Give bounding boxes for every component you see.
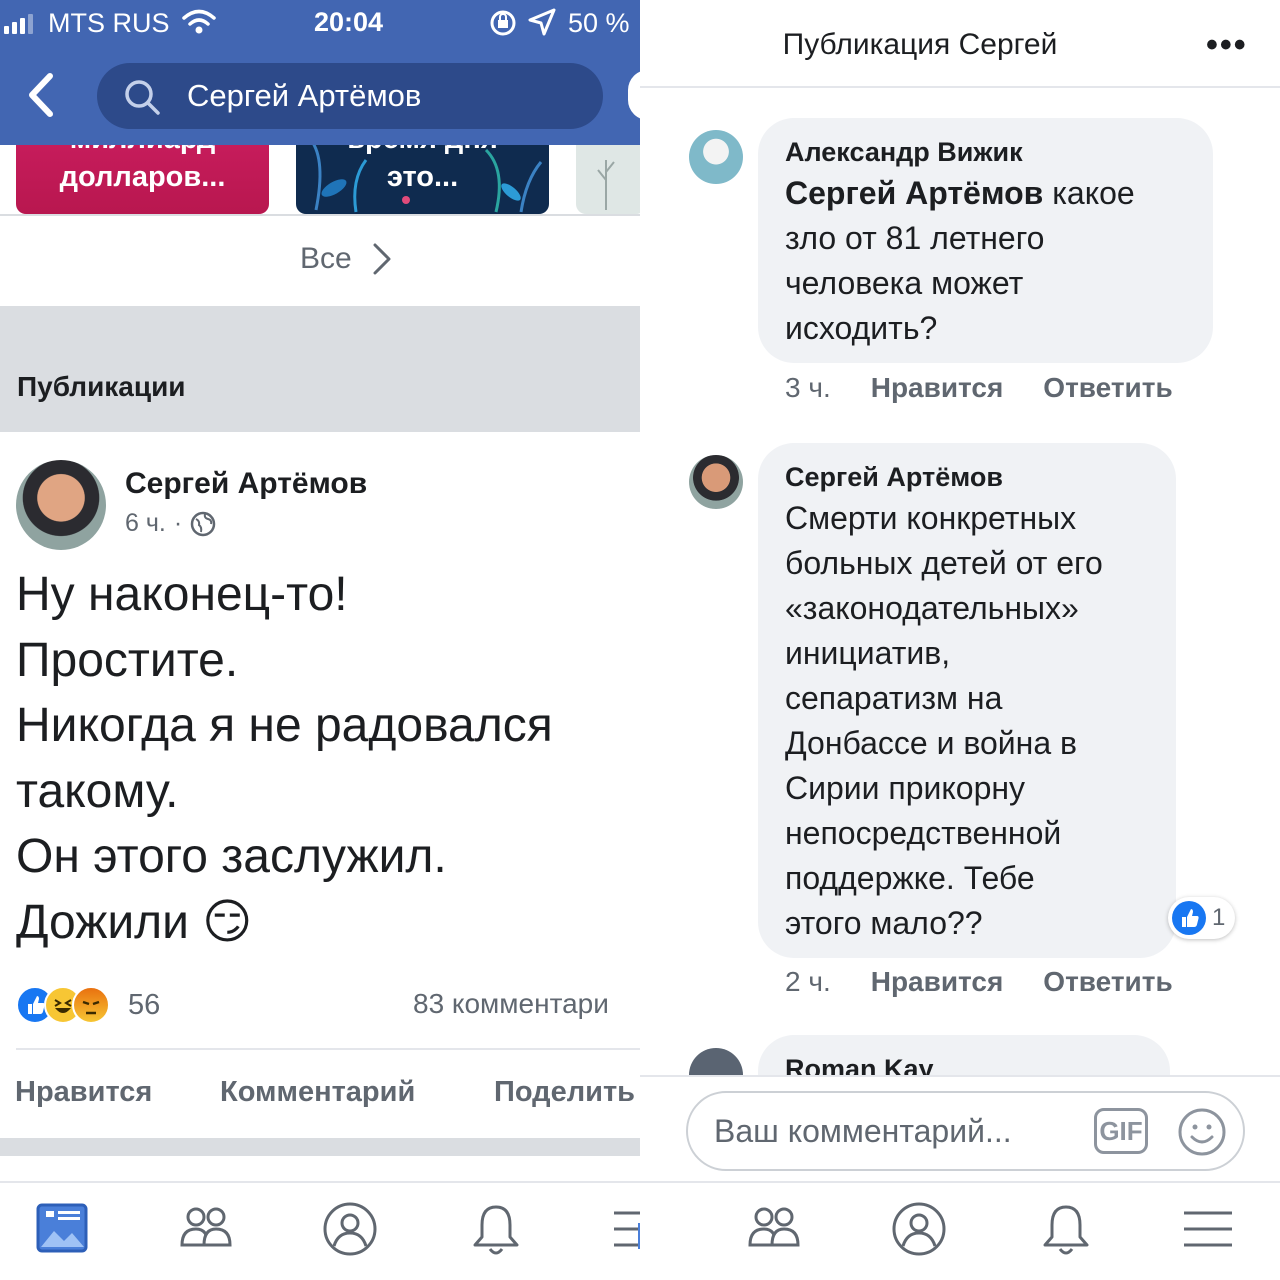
rotation-lock-icon bbox=[490, 10, 516, 36]
post-text: Ну наконец-то! Простите. Никогда я не ра… bbox=[16, 568, 553, 949]
comment-like-button[interactable]: Нравится bbox=[871, 372, 1004, 404]
comment-reply-button[interactable]: Ответить bbox=[1043, 966, 1172, 998]
comment-input[interactable]: Ваш комментарий... GIF bbox=[686, 1091, 1245, 1171]
chevron-right-icon bbox=[373, 243, 391, 275]
bottom-tab-bar bbox=[640, 1181, 1280, 1280]
feed-separator bbox=[0, 1138, 640, 1156]
bottom-tab-bar bbox=[0, 1181, 640, 1280]
emoji-smile-icon[interactable] bbox=[1177, 1107, 1227, 1157]
clock: 20:04 bbox=[314, 7, 384, 37]
search-icon bbox=[125, 80, 160, 115]
comments-count-link[interactable]: 83 комментари bbox=[413, 988, 609, 1020]
comment-reaction-count: 1 bbox=[1212, 904, 1226, 931]
gif-button[interactable]: GIF bbox=[1094, 1108, 1148, 1154]
top-bar: MTS RUS 20:04 50 % Сергей Артёмов bbox=[0, 0, 640, 145]
profile-icon[interactable] bbox=[322, 1201, 378, 1257]
comment-time[interactable]: 2 ч. bbox=[785, 966, 831, 998]
commenter-avatar[interactable] bbox=[689, 130, 743, 184]
comment-reply-button[interactable]: Ответить bbox=[1043, 372, 1172, 404]
location-arrow-icon bbox=[528, 8, 556, 36]
menu-icon[interactable] bbox=[1182, 1201, 1234, 1257]
friends-icon[interactable] bbox=[746, 1201, 802, 1257]
see-all-label: Все bbox=[300, 242, 352, 275]
comment-text: Смерти конкретных больных детей от его «… bbox=[785, 500, 1103, 941]
section-header bbox=[0, 306, 640, 432]
share-button[interactable]: Поделить bbox=[494, 1076, 635, 1109]
angry-reaction-icon bbox=[72, 986, 110, 1024]
comment-button[interactable]: Комментарий bbox=[220, 1076, 415, 1109]
tile-1-line2: долларов... bbox=[59, 161, 226, 193]
comment-text: Сергей Артёмов какое зло от 81 летнего ч… bbox=[785, 171, 1187, 351]
battery-label: 50 % bbox=[568, 8, 630, 38]
signal-icon bbox=[4, 12, 33, 34]
carrier-label: MTS RUS bbox=[48, 8, 170, 38]
messenger-button[interactable] bbox=[628, 70, 640, 120]
post-comments-panel: Публикация Сергей ••• Александр Вижик Се… bbox=[640, 0, 1280, 1280]
comment-actions: 3 ч. Нравится Ответить bbox=[785, 372, 1173, 404]
reactions-count: 56 bbox=[128, 988, 161, 1021]
post-author-avatar[interactable] bbox=[16, 460, 106, 550]
post-time[interactable]: 6 ч. bbox=[125, 509, 166, 538]
like-reaction-icon bbox=[1172, 901, 1206, 935]
meta-separator: · bbox=[173, 509, 183, 537]
status-bar: MTS RUS 20:04 50 % bbox=[0, 0, 640, 46]
back-arrow-icon[interactable] bbox=[24, 72, 58, 118]
news-feed-icon[interactable] bbox=[36, 1201, 88, 1257]
comment-bubble: Александр Вижик Сергей Артёмов какое зло… bbox=[758, 118, 1213, 363]
post-header-title: Публикация Сергей bbox=[782, 28, 1058, 61]
comment-bubble: Сергей Артёмов Смерти конкретных больных… bbox=[758, 443, 1176, 958]
tile-2-line2: это... bbox=[386, 161, 459, 193]
like-button[interactable]: Нравится bbox=[15, 1076, 152, 1109]
post-header: Публикация Сергей ••• bbox=[640, 0, 1280, 88]
see-all-link[interactable]: Все bbox=[300, 242, 392, 276]
friends-icon[interactable] bbox=[178, 1201, 234, 1257]
search-query: Сергей Артёмов bbox=[187, 78, 422, 113]
section-title: Публикации bbox=[17, 371, 186, 402]
wifi-icon bbox=[182, 9, 216, 34]
post-meta: 6 ч. · bbox=[125, 509, 216, 538]
more-options-icon[interactable]: ••• bbox=[1206, 26, 1248, 65]
comment-time[interactable]: 3 ч. bbox=[785, 372, 831, 404]
profile-icon[interactable] bbox=[891, 1201, 947, 1257]
search-results-panel: миллиард долларов... время дня это... bbox=[0, 0, 640, 1280]
notifications-bell-icon[interactable] bbox=[470, 1201, 522, 1259]
comment-author[interactable]: Сергей Артёмов bbox=[785, 461, 1150, 493]
post-author-name[interactable]: Сергей Артёмов bbox=[125, 467, 367, 501]
comment-mention[interactable]: Сергей Артёмов bbox=[785, 175, 1043, 211]
divider bbox=[0, 214, 640, 216]
comment-input-placeholder: Ваш комментарий... bbox=[714, 1113, 1012, 1149]
notifications-bell-icon[interactable] bbox=[1040, 1201, 1092, 1259]
divider bbox=[16, 1048, 640, 1050]
comment-reaction-badge[interactable]: 1 bbox=[1168, 897, 1236, 939]
commenter-avatar[interactable] bbox=[689, 455, 743, 509]
menu-icon[interactable] bbox=[612, 1201, 640, 1257]
comment-like-button[interactable]: Нравится bbox=[871, 966, 1004, 998]
comment-author[interactable]: Александр Вижик bbox=[785, 136, 1187, 168]
comment-composer: Ваш комментарий... GIF bbox=[640, 1075, 1280, 1185]
reactions-summary[interactable]: 56 bbox=[16, 985, 160, 1025]
globe-icon bbox=[190, 511, 216, 536]
comment-actions: 2 ч. Нравится Ответить bbox=[785, 966, 1173, 998]
search-input[interactable]: Сергей Артёмов bbox=[97, 63, 603, 129]
